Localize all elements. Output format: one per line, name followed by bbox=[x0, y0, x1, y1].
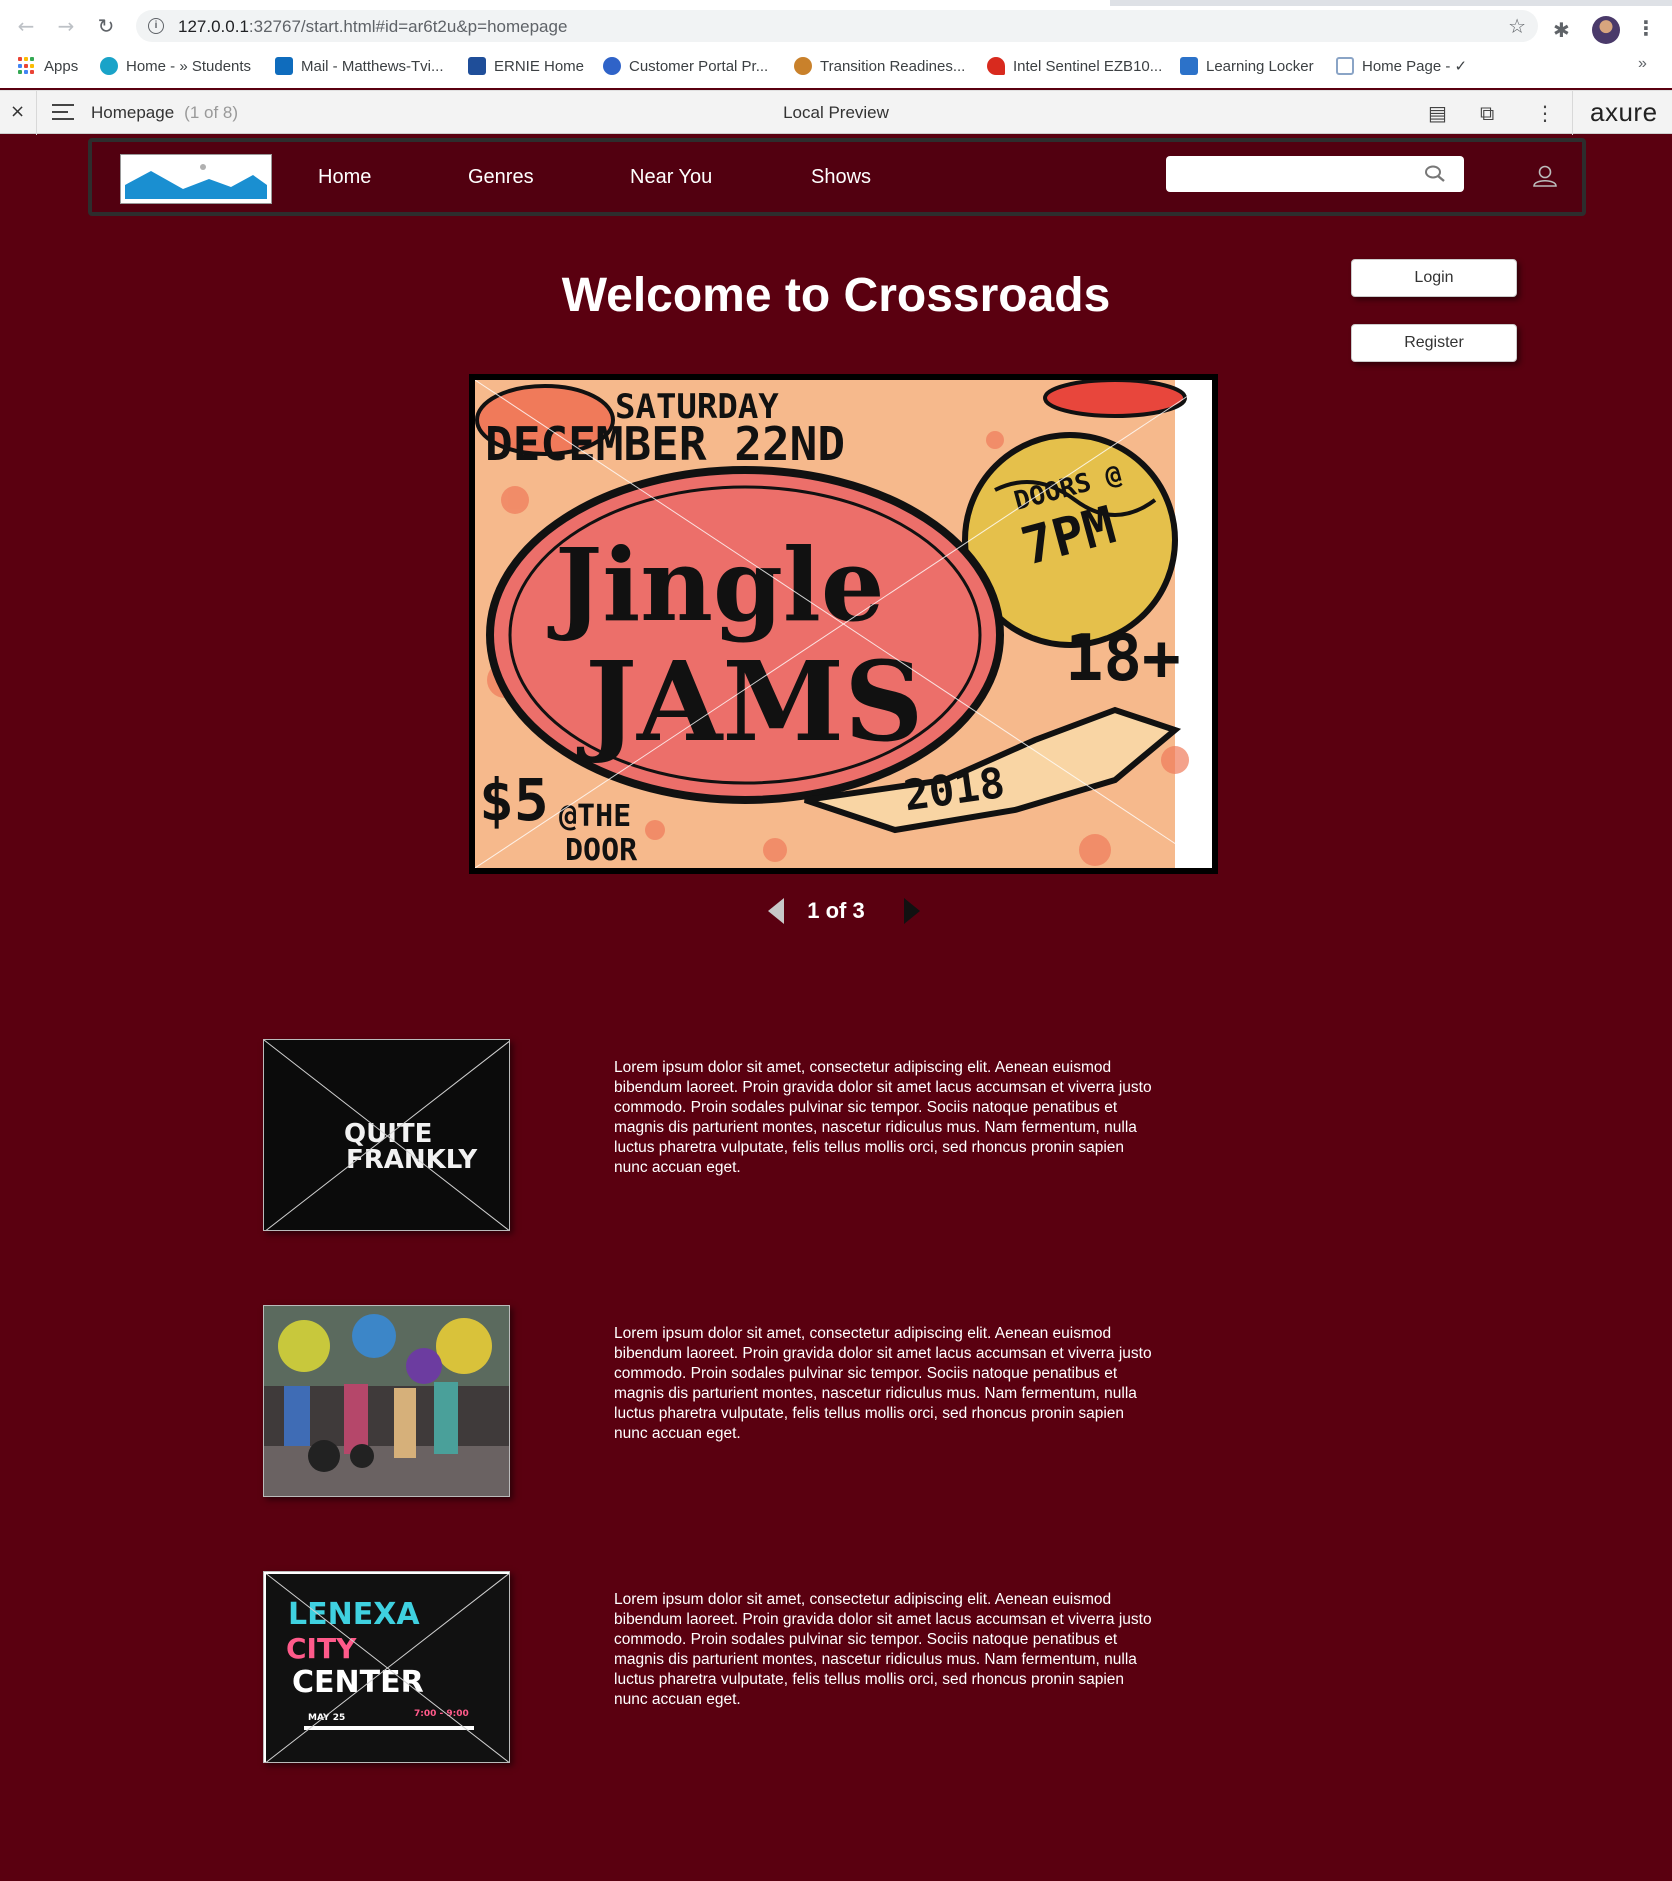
thumb-text-line: FRANKLY bbox=[346, 1145, 478, 1175]
forward-icon[interactable]: → bbox=[54, 14, 78, 38]
bookmark-label: ERNIE Home bbox=[494, 57, 585, 75]
info-icon[interactable]: i bbox=[148, 18, 164, 34]
feature-description: Lorem ipsum dolor sit amet, consectetur … bbox=[614, 1325, 1152, 1442]
axure-toolbar: × Homepage (1 of 8) Local Preview ▤ ⧉ ⋮ a… bbox=[0, 90, 1672, 135]
slideshow: SATURDAY DECEMBER 22ND DOORS @ 7PM Jingl… bbox=[469, 374, 1218, 874]
star-icon[interactable]: ☆ bbox=[1508, 14, 1526, 38]
thumb-text-line: LENEXA bbox=[288, 1597, 420, 1632]
bookmark-customer-portal[interactable]: Customer Portal Pr... bbox=[603, 52, 768, 80]
thumb-text-line: CITY bbox=[286, 1632, 357, 1665]
band-photo-image bbox=[264, 1306, 509, 1496]
notes-icon[interactable]: ▤ bbox=[1428, 101, 1447, 125]
next-slide-icon[interactable] bbox=[904, 898, 920, 924]
shield-icon bbox=[603, 57, 621, 75]
feature-thumbnail-lenexa[interactable]: LENEXA CITY CENTER MAY 25 7:00 - 9:00 bbox=[263, 1571, 510, 1763]
reload-icon[interactable]: ↻ bbox=[94, 14, 118, 38]
inspect-icon[interactable]: ⧉ bbox=[1480, 101, 1494, 125]
register-button[interactable]: Register bbox=[1351, 324, 1517, 362]
poster-door: DOOR bbox=[565, 833, 638, 868]
bookmark-transition[interactable]: Transition Readines... bbox=[794, 52, 965, 80]
browser-chrome: ← → ↻ i 127.0.0.1:32767/start.html#id=ar… bbox=[0, 0, 1672, 88]
profile-avatar[interactable] bbox=[1592, 16, 1620, 44]
preview-title: Local Preview bbox=[783, 103, 889, 122]
logo-image-icon bbox=[125, 164, 267, 199]
bookmark-label: Customer Portal Pr... bbox=[629, 57, 769, 75]
document-icon bbox=[1336, 57, 1354, 75]
site-logo[interactable] bbox=[120, 154, 272, 204]
thumb-text-line: MAY 25 bbox=[308, 1713, 345, 1723]
bookmark-mail[interactable]: Mail - Matthews-Tvi... bbox=[275, 52, 444, 80]
address-bar[interactable]: i 127.0.0.1:32767/start.html#id=ar6t2u&p… bbox=[136, 10, 1538, 42]
search-icon[interactable] bbox=[1424, 165, 1446, 183]
bookmark-label: Home Page - ✓ bbox=[1362, 58, 1468, 75]
poster-title-bottom: JAMS bbox=[576, 637, 924, 766]
browser-menu-icon[interactable]: ⋮ bbox=[1636, 16, 1656, 40]
divider bbox=[1572, 91, 1573, 135]
nav-shows[interactable]: Shows bbox=[811, 166, 871, 189]
eagle-icon bbox=[794, 57, 812, 75]
nav-near-you[interactable]: Near You bbox=[630, 166, 712, 189]
site-header: Home Genres Near You Shows bbox=[88, 138, 1586, 216]
url-text[interactable]: 127.0.0.1:32767/start.html#id=ar6t2u&p=h… bbox=[178, 17, 567, 37]
bookmark-apps[interactable]: Apps bbox=[18, 52, 78, 80]
browser-nav-row: ← → ↻ i 127.0.0.1:32767/start.html#id=ar… bbox=[0, 6, 1672, 46]
feature-thumbnail-quite-frankly[interactable]: QUITE FRANKLY bbox=[263, 1039, 510, 1231]
poster-title-top: Jingle bbox=[547, 526, 885, 644]
feature-thumbnail-band-photo[interactable] bbox=[263, 1305, 510, 1497]
search-input[interactable] bbox=[1174, 162, 1414, 186]
login-button[interactable]: Login bbox=[1351, 259, 1517, 297]
quite-frankly-image: QUITE FRANKLY bbox=[264, 1040, 509, 1230]
bookmark-label: Apps bbox=[44, 57, 79, 75]
ernie-icon bbox=[468, 57, 486, 75]
slide-counter: 1 of 3 bbox=[807, 898, 865, 923]
nav-genres[interactable]: Genres bbox=[468, 166, 534, 189]
thumb-text-line: CENTER bbox=[292, 1665, 424, 1700]
lenexa-city-center-image: LENEXA CITY CENTER MAY 25 7:00 - 9:00 bbox=[264, 1572, 509, 1762]
bookmark-label: Mail - Matthews-Tvi... bbox=[301, 57, 444, 75]
extensions-icon[interactable]: ✱ bbox=[1553, 18, 1570, 42]
poster-date: DECEMBER 22ND bbox=[485, 417, 845, 471]
bookmark-home-page[interactable]: Home Page - ✓ bbox=[1336, 52, 1467, 80]
bookmark-ernie[interactable]: ERNIE Home bbox=[468, 52, 584, 80]
bookmark-label: Home - » Students bbox=[126, 57, 252, 75]
poster-age: 18+ bbox=[1065, 622, 1181, 696]
bookmark-learning-locker[interactable]: Learning Locker bbox=[1180, 52, 1314, 80]
students-icon bbox=[100, 57, 118, 75]
feature-description: Lorem ipsum dolor sit amet, consectetur … bbox=[614, 1059, 1152, 1176]
nav-home[interactable]: Home bbox=[318, 166, 371, 189]
more-bookmarks-icon[interactable]: » bbox=[1638, 55, 1647, 73]
bookmark-students[interactable]: Home - » Students bbox=[100, 52, 251, 80]
back-icon[interactable]: ← bbox=[14, 14, 38, 38]
bookmark-label: Intel Sentinel EZB10... bbox=[1013, 57, 1163, 75]
outlook-icon bbox=[275, 57, 293, 75]
feature-description: Lorem ipsum dolor sit amet, consectetur … bbox=[614, 1591, 1152, 1708]
poster-at: @THE bbox=[559, 799, 631, 834]
bookmark-label: Transition Readines... bbox=[820, 57, 966, 75]
slide-image[interactable]: SATURDAY DECEMBER 22ND DOORS @ 7PM Jingl… bbox=[475, 380, 1212, 868]
learning-locker-icon bbox=[1180, 57, 1198, 75]
bookmark-label: Learning Locker bbox=[1206, 57, 1314, 75]
concert-poster: SATURDAY DECEMBER 22ND DOORS @ 7PM Jingl… bbox=[475, 380, 1212, 868]
sentinel-icon bbox=[987, 57, 1005, 75]
more-options-icon[interactable]: ⋮ bbox=[1535, 101, 1555, 125]
search-box bbox=[1166, 156, 1464, 192]
apps-grid-icon bbox=[18, 57, 36, 75]
poster-price: $5 bbox=[479, 766, 549, 834]
axure-logo: axure bbox=[1590, 97, 1658, 127]
bookmarks-bar: Apps Home - » Students Mail - Matthews-T… bbox=[0, 52, 1672, 80]
user-icon[interactable] bbox=[1532, 164, 1558, 188]
bookmark-intel-sentinel[interactable]: Intel Sentinel EZB10... bbox=[987, 52, 1162, 80]
